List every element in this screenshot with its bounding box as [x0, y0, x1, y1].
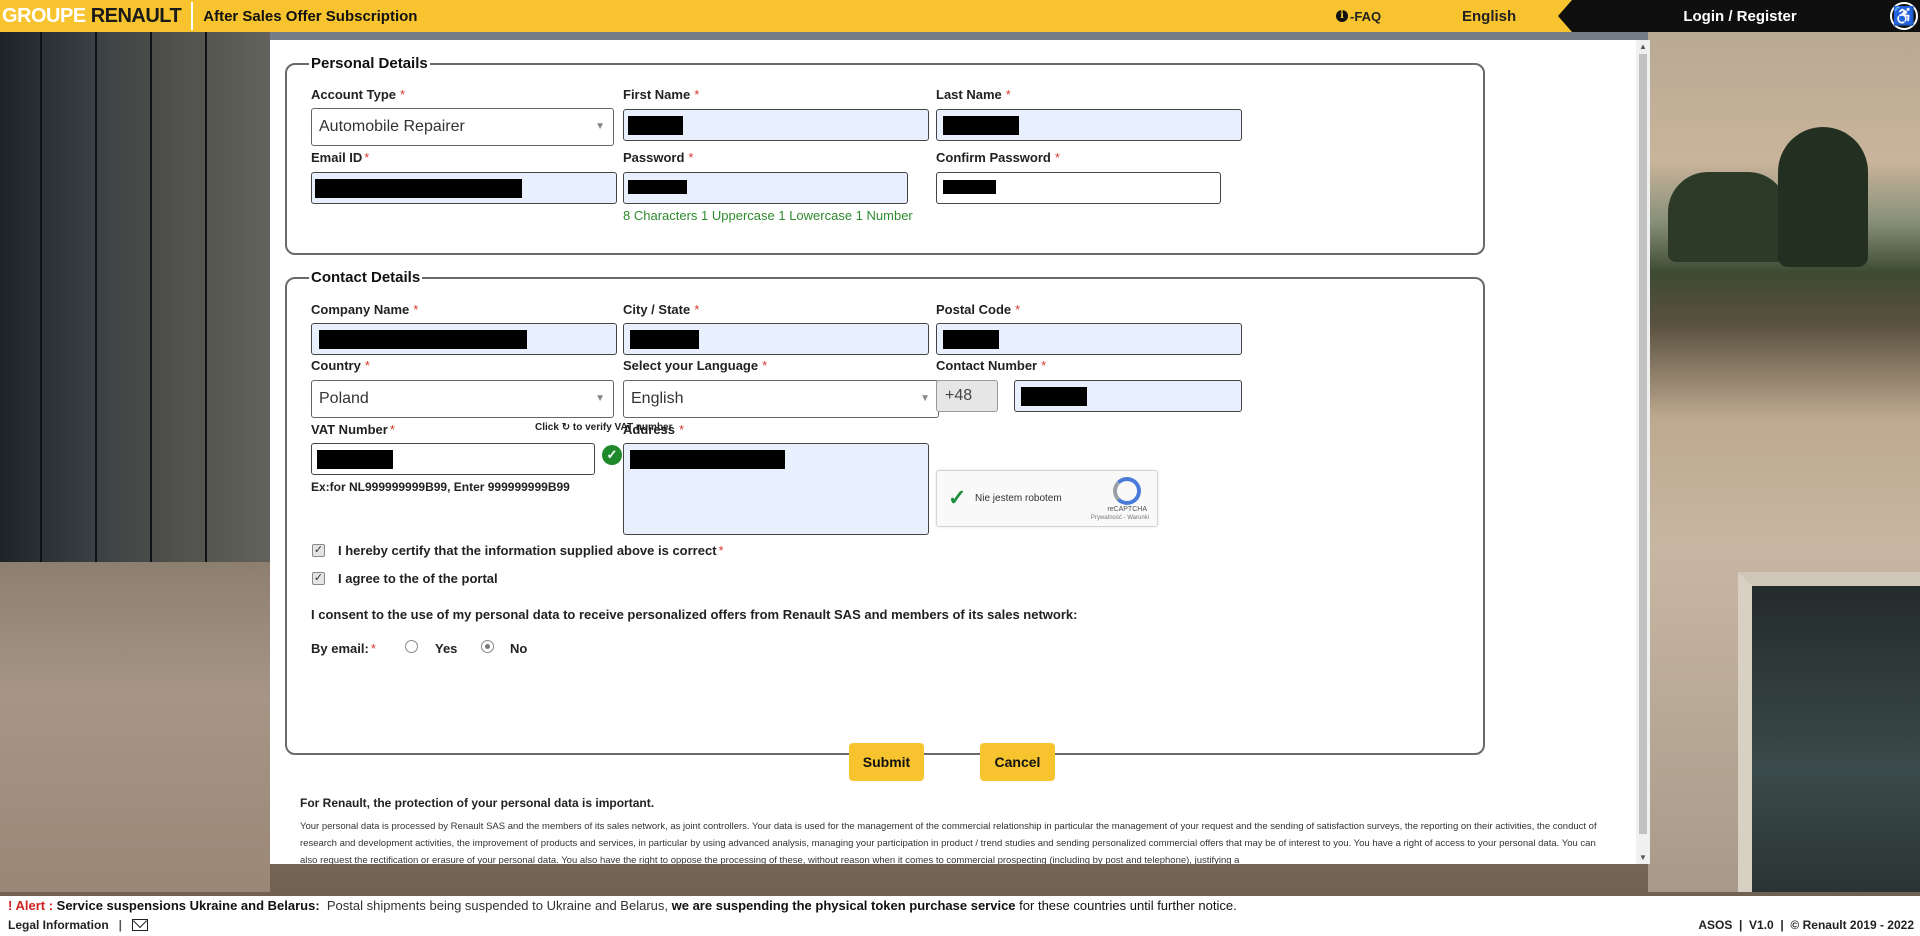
header-divider	[191, 2, 194, 30]
accessibility-icon[interactable]: ♿	[1890, 2, 1918, 30]
company-name-label: Company Name *	[311, 302, 419, 317]
chevron-down-icon: ▼	[595, 393, 605, 404]
version-info: ASOS | V1.0 | © Renault 2019 - 2022	[1698, 918, 1914, 932]
language-select[interactable]: English ▼	[623, 380, 939, 418]
confirm-password-input[interactable]	[936, 172, 1221, 204]
password-dots	[943, 180, 996, 194]
footer: ! Alert : Service suspensions Ukraine an…	[0, 896, 1920, 936]
phone-prefix-input[interactable]: +48	[936, 380, 998, 412]
postal-code-label: Postal Code *	[936, 302, 1021, 317]
consent-text: I consent to the use of my personal data…	[311, 607, 1078, 622]
no-label: No	[510, 641, 528, 656]
mail-icon[interactable]	[132, 919, 149, 931]
country-select[interactable]: Poland ▼	[311, 380, 614, 418]
contact-details-legend: Contact Details	[311, 269, 421, 286]
legal-links: Legal Information |	[8, 918, 149, 932]
country-label: Country *	[311, 358, 370, 373]
email-label: Email ID *	[311, 150, 370, 165]
redacted-value	[317, 450, 393, 469]
top-bar: GROUPE RENAULT After Sales Offer Subscrip…	[0, 0, 1920, 32]
checkmark-icon: ✓	[948, 485, 967, 510]
personal-details-section: Personal Details	[285, 55, 1485, 255]
vat-number-label: VAT Number *	[311, 422, 395, 437]
redacted-value	[628, 116, 683, 135]
agree-checkbox[interactable]: ✓	[312, 572, 325, 585]
registration-form-panel: Personal Details Account Type * Automobil…	[270, 40, 1636, 864]
password-dots	[628, 180, 687, 194]
redacted-value	[319, 330, 527, 349]
redacted-value	[630, 450, 785, 469]
scrollbar-thumb[interactable]	[1639, 54, 1647, 834]
panel-scrollbar[interactable]: ▲ ▼	[1636, 40, 1650, 864]
address-textarea[interactable]	[623, 443, 929, 535]
renault-logo[interactable]: GROUPE RENAULT	[0, 0, 182, 32]
background-landscape	[1648, 32, 1920, 892]
first-name-input[interactable]	[623, 109, 929, 141]
app-title: After Sales Offer Subscription	[203, 7, 418, 25]
by-email-label: By email: *	[311, 641, 376, 656]
email-consent-yes-radio[interactable]	[405, 640, 418, 653]
city-state-label: City / State *	[623, 302, 700, 317]
confirm-password-label: Confirm Password *	[936, 150, 1060, 165]
recaptcha-logo-icon	[1113, 477, 1141, 505]
scroll-down-icon[interactable]: ▼	[1639, 853, 1647, 862]
faq-link[interactable]: i - FAQ	[1336, 0, 1381, 32]
city-state-input[interactable]	[623, 323, 929, 355]
last-name-label: Last Name *	[936, 87, 1011, 102]
postal-code-input[interactable]	[936, 323, 1242, 355]
background-building	[0, 32, 270, 892]
chevron-down-icon: ▼	[920, 393, 930, 404]
info-icon: i	[1336, 10, 1348, 22]
email-consent-no-radio[interactable]	[481, 640, 494, 653]
legal-information-link[interactable]: Legal Information	[8, 918, 109, 932]
last-name-input[interactable]	[936, 109, 1242, 141]
email-input[interactable]	[311, 172, 617, 204]
refresh-icon: ↻	[561, 422, 571, 433]
redacted-value	[315, 179, 522, 198]
contact-number-input[interactable]	[1014, 380, 1242, 412]
chevron-down-icon: ▼	[595, 121, 605, 132]
login-register-button[interactable]: Login / Register	[1558, 0, 1920, 32]
contact-number-label: Contact Number *	[936, 358, 1047, 373]
submit-button[interactable]: Submit	[849, 743, 924, 781]
password-label: Password *	[623, 150, 694, 165]
account-type-select[interactable]: Automobile Repairer ▼	[311, 108, 614, 146]
alert-message: ! Alert : Service suspensions Ukraine an…	[8, 898, 1237, 913]
certify-checkbox[interactable]: ✓	[312, 544, 325, 557]
scroll-up-icon[interactable]: ▲	[1639, 42, 1647, 51]
language-label: Select your Language *	[623, 358, 768, 373]
cancel-button[interactable]: Cancel	[980, 743, 1055, 781]
certify-label: I hereby certify that the information su…	[338, 543, 724, 558]
privacy-body: Your personal data is processed by Renau…	[300, 821, 1597, 864]
language-selector[interactable]: English	[1462, 0, 1516, 32]
company-name-input[interactable]	[311, 323, 617, 355]
yes-label: Yes	[435, 641, 458, 656]
redacted-value	[1021, 387, 1087, 406]
recaptcha-widget[interactable]: ✓ Nie jestem robotem reCAPTCHA Prywatnoś…	[936, 470, 1158, 527]
check-circle-icon: ✓	[602, 445, 622, 465]
address-label: Address *	[623, 422, 685, 437]
personal-details-legend: Personal Details	[311, 55, 428, 72]
privacy-title: For Renault, the protection of your pers…	[300, 796, 655, 810]
redacted-value	[943, 116, 1019, 135]
first-name-label: First Name *	[623, 87, 700, 102]
agree-label: I agree to the of the portal	[338, 571, 498, 586]
redacted-value	[943, 330, 999, 349]
redacted-value	[630, 330, 699, 349]
password-input[interactable]	[623, 172, 908, 204]
vat-example: Ex:for NL999999999B99, Enter 999999999B9…	[311, 480, 570, 494]
account-type-label: Account Type *	[311, 87, 406, 102]
password-hint: 8 Characters 1 Uppercase 1 Lowercase 1 N…	[623, 208, 913, 223]
vat-number-input[interactable]	[311, 443, 595, 475]
